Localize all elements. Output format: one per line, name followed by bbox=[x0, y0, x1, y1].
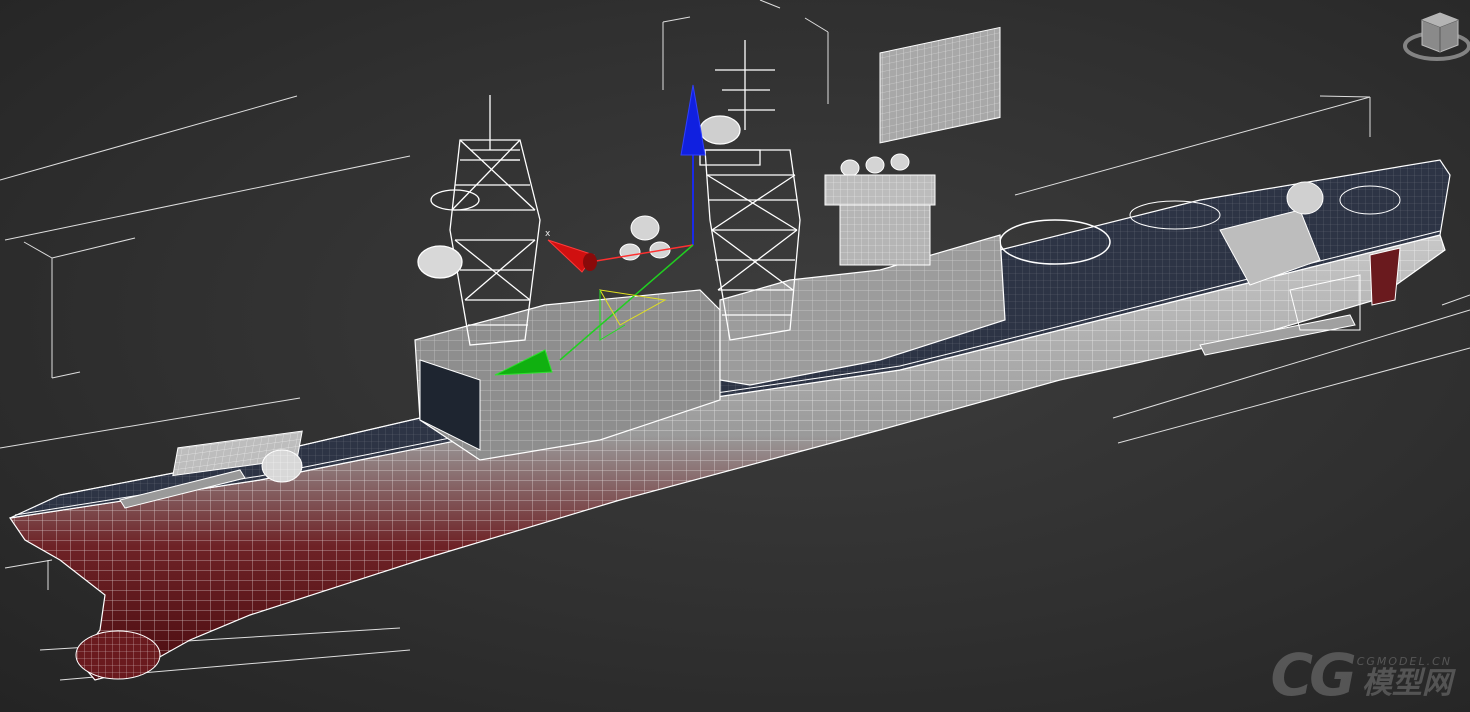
scene-canvas[interactable] bbox=[0, 0, 1470, 712]
watermark-logo: CG bbox=[1270, 641, 1357, 709]
viewport-perspective[interactable]: x CG CGMODEL.CN 模型网 bbox=[0, 0, 1470, 712]
gizmo-x-label: x bbox=[545, 229, 551, 239]
gizmo-z-arrow bbox=[680, 84, 706, 156]
rudder bbox=[1369, 247, 1401, 306]
viewcube-icon[interactable] bbox=[1403, 12, 1470, 61]
watermark: CG CGMODEL.CN 模型网 bbox=[1270, 641, 1452, 709]
ship-model bbox=[8, 26, 1451, 681]
forward-mast bbox=[417, 95, 541, 346]
watermark-chinese: 模型网 bbox=[1362, 666, 1452, 701]
